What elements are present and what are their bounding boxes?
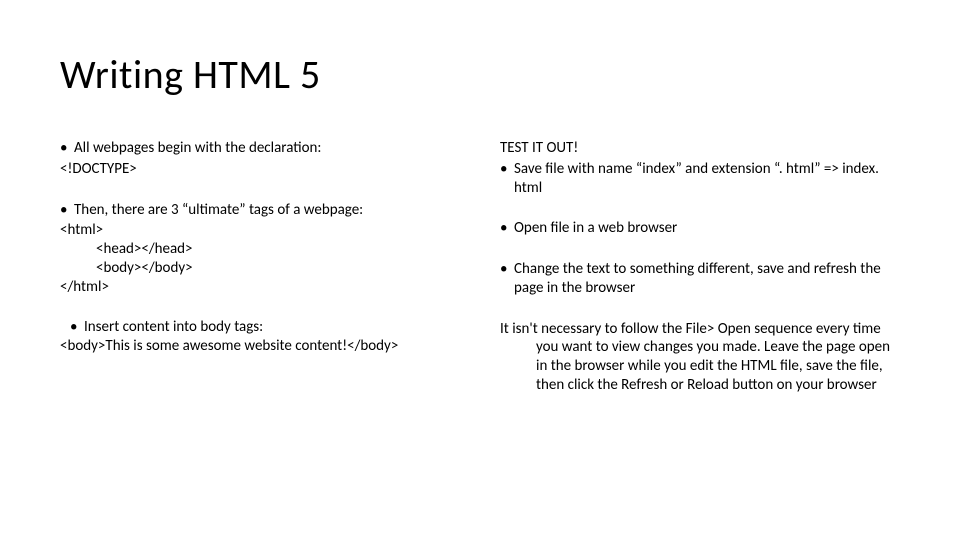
content-columns: • All webpages begin with the declaratio… xyxy=(60,139,900,417)
right-bullet-2: Open file in a web browser xyxy=(514,219,677,238)
left-bullet-3: Insert content into body tags: xyxy=(84,318,263,337)
bullet-dot-icon: • xyxy=(500,260,514,279)
right-paragraph: It isn't necessary to follow the File> O… xyxy=(500,320,900,395)
code-line-2: <head></head> xyxy=(96,240,460,259)
right-block-1: TEST IT OUT! • Save file with name “inde… xyxy=(500,139,900,197)
right-block-2: • Open file in a web browser xyxy=(500,219,900,238)
left-block-1: • All webpages begin with the declaratio… xyxy=(60,139,460,179)
bullet-dot-icon: • xyxy=(500,160,514,179)
code-line-3: <body></body> xyxy=(96,259,460,278)
left-bullet-1: All webpages begin with the declaration: xyxy=(74,139,321,158)
right-bullet-1: Save file with name “index” and extensio… xyxy=(514,160,900,198)
code-body-line: <body>This is some awesome website conte… xyxy=(60,337,460,356)
bullet-dot-icon: • xyxy=(70,318,84,337)
right-block-3: • Change the text to something different… xyxy=(500,260,900,298)
right-column: TEST IT OUT! • Save file with name “inde… xyxy=(500,139,900,417)
bullet-dot-icon: • xyxy=(500,219,514,238)
right-heading: TEST IT OUT! xyxy=(500,139,900,158)
left-block-3: • Insert content into body tags: <body>T… xyxy=(60,318,460,356)
bullet-dot-icon: • xyxy=(60,201,74,220)
right-block-4: It isn't necessary to follow the File> O… xyxy=(500,320,900,395)
code-line-4: </html> xyxy=(60,278,460,297)
doctype-line: <!DOCTYPE> xyxy=(60,160,460,179)
right-bullet-3: Change the text to something different, … xyxy=(514,260,900,298)
left-column: • All webpages begin with the declaratio… xyxy=(60,139,460,417)
bullet-dot-icon: • xyxy=(60,139,74,158)
code-line-1: <html> xyxy=(60,221,460,240)
page-title: Writing HTML 5 xyxy=(60,50,900,99)
left-block-2: • Then, there are 3 “ultimate” tags of a… xyxy=(60,201,460,297)
left-bullet-2: Then, there are 3 “ultimate” tags of a w… xyxy=(74,201,363,220)
